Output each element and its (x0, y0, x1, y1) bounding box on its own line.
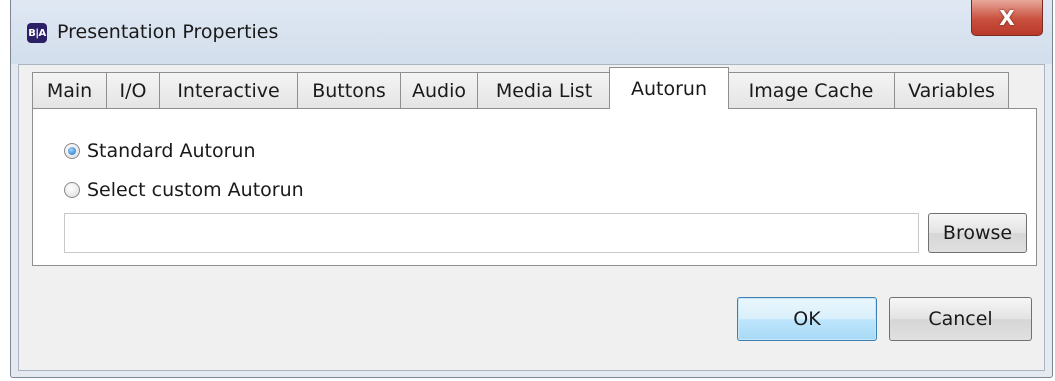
standard-autorun-option[interactable]: Standard Autorun (64, 140, 256, 162)
close-icon: X (999, 5, 1015, 30)
app-logo-icon: B|A (27, 23, 47, 43)
tab-media-list[interactable]: Media List (477, 72, 610, 109)
standard-autorun-label[interactable]: Standard Autorun (87, 140, 256, 162)
custom-autorun-radio[interactable] (64, 182, 80, 198)
tab-audio[interactable]: Audio (400, 72, 477, 109)
tab-image-cache[interactable]: Image Cache (728, 72, 894, 109)
custom-autorun-option[interactable]: Select custom Autorun (64, 179, 304, 201)
autorun-tab-panel: Standard Autorun Select custom Autorun B… (32, 108, 1037, 266)
tab-buttons[interactable]: Buttons (297, 72, 400, 109)
tab-strip: Main I/O Interactive Buttons Audio Media… (32, 67, 1009, 109)
cancel-button[interactable]: Cancel (889, 297, 1032, 341)
dialog-window: B|A Presentation Properties X Main I/O I… (10, 0, 1053, 378)
standard-autorun-radio[interactable] (64, 143, 80, 159)
tab-main[interactable]: Main (32, 72, 106, 109)
browse-button[interactable]: Browse (928, 213, 1027, 253)
close-button[interactable]: X (971, 0, 1043, 36)
ok-button[interactable]: OK (737, 297, 877, 341)
custom-autorun-path-input[interactable] (64, 213, 919, 253)
title-bar[interactable]: B|A Presentation Properties X (11, 0, 1052, 64)
tab-io[interactable]: I/O (106, 72, 159, 109)
tab-autorun[interactable]: Autorun (609, 67, 729, 109)
window-title: Presentation Properties (57, 21, 279, 43)
tab-variables[interactable]: Variables (894, 72, 1009, 109)
custom-autorun-label[interactable]: Select custom Autorun (87, 179, 304, 201)
tab-interactive[interactable]: Interactive (159, 72, 297, 109)
